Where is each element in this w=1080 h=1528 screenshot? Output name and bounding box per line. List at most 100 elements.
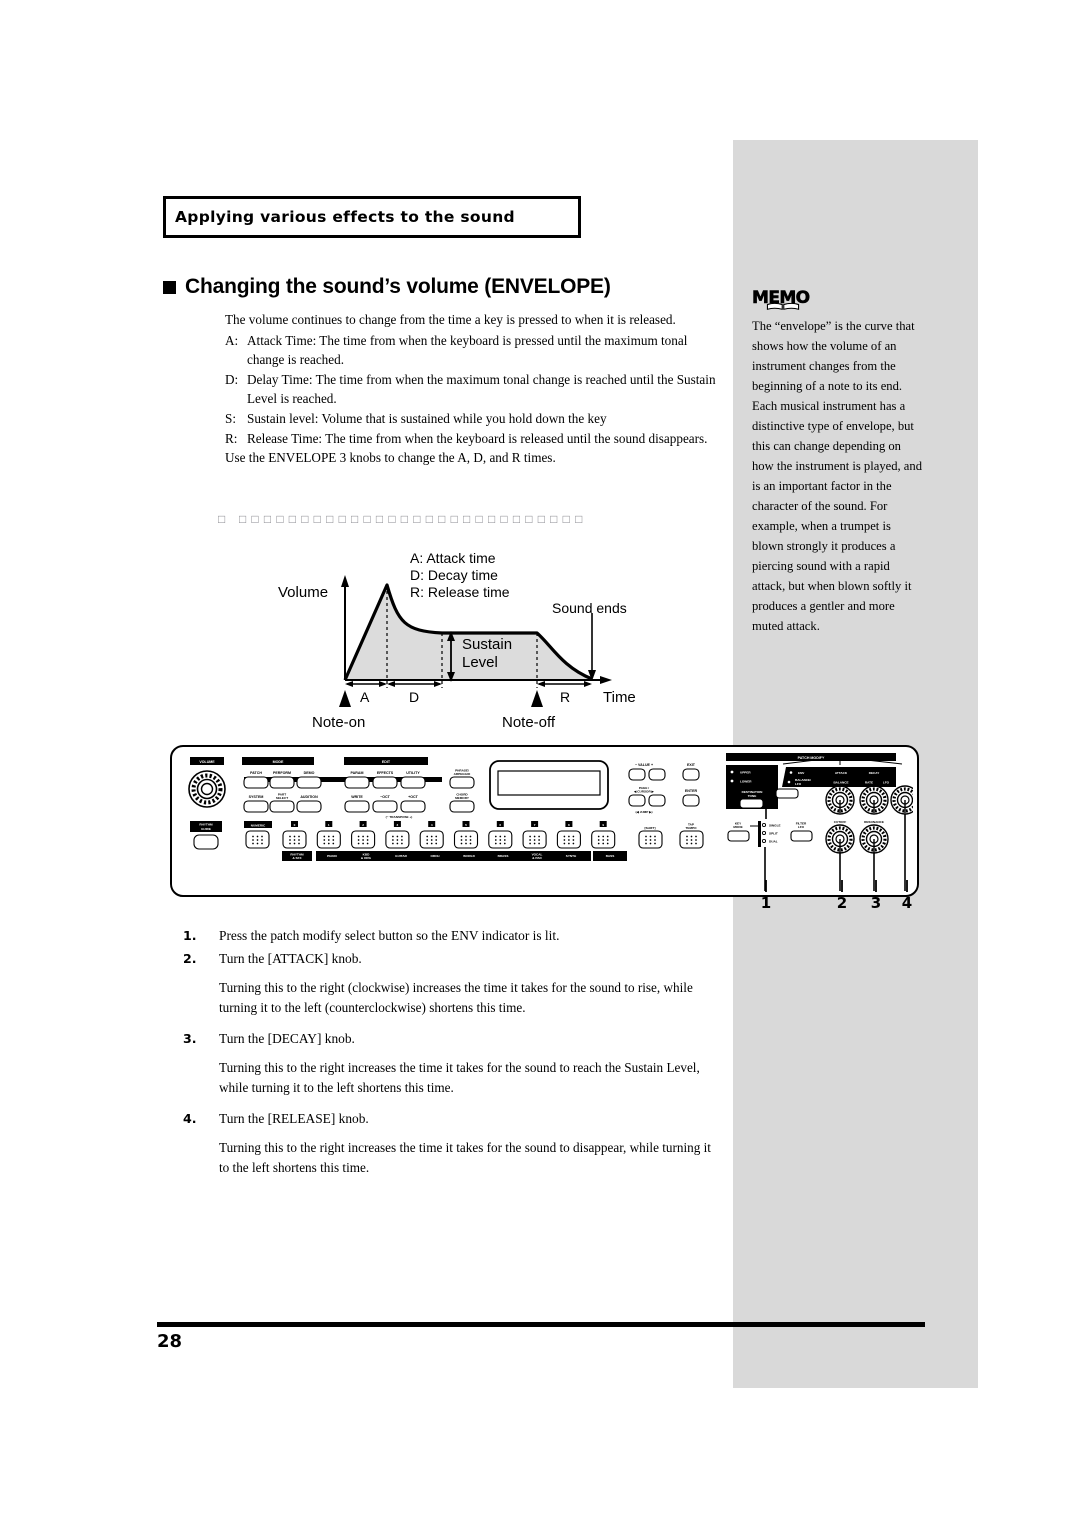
tone-button-dot xyxy=(426,835,429,838)
tone-button-dot xyxy=(606,839,609,841)
tone-button-dot xyxy=(332,835,335,838)
svg-text:PATCH: PATCH xyxy=(250,771,262,775)
tone-button-dot xyxy=(499,842,502,845)
tone-button-dot xyxy=(435,839,438,841)
svg-text:SYNTH: SYNTH xyxy=(566,854,577,858)
svg-text:NUMERIC: NUMERIC xyxy=(251,824,266,828)
phrase-chord-group: PHRASE/ ARPEGGIO CHORD MEMORY xyxy=(449,769,475,813)
svg-text:D: D xyxy=(409,689,419,705)
tone-button-dot xyxy=(289,842,291,845)
tone-button-dot xyxy=(503,835,506,838)
svg-text:R: R xyxy=(560,689,570,705)
definition-row: A: Attack Time: The time from when the k… xyxy=(225,331,717,370)
edit-button-group: EDIT PARAM EFFECTS UTILITY WRITE −OCT +O… xyxy=(344,757,428,819)
tone-button-row: 0123456789 RHYTHM & SFX PIANO KBD & ORG … xyxy=(282,821,616,861)
tone-button-dot xyxy=(572,842,575,845)
svg-text:TONE: TONE xyxy=(748,794,757,798)
svg-text:TEMPO: TEMPO xyxy=(685,826,697,830)
tone-button-dot xyxy=(289,839,291,841)
tone-button-dot xyxy=(529,842,531,845)
svg-text:ATTACK: ATTACK xyxy=(835,771,848,775)
footer-rule xyxy=(157,1322,925,1327)
volume-section: VOLUME xyxy=(188,757,226,808)
value-cursor-group: − VALUE + EXIT PAGE / ◀ CURSOR ▶ (◀ JUMP… xyxy=(628,763,700,814)
tone-button-dot xyxy=(465,835,467,838)
svg-text:L: L xyxy=(826,813,828,817)
svg-text:R: Release time: R: Release time xyxy=(410,584,510,600)
shift-tap-group: [SHIFT] TAP TEMPO xyxy=(638,823,704,849)
bullet-square-icon xyxy=(163,280,176,294)
svg-text:EXIT: EXIT xyxy=(687,763,696,767)
tone-button-dot xyxy=(357,835,360,838)
tone-button-dot xyxy=(460,842,463,845)
tone-button-dot xyxy=(602,835,605,838)
svg-text:BASS: BASS xyxy=(606,854,615,858)
svg-text:+OCT: +OCT xyxy=(408,795,418,799)
svg-text:D: Decay time: D: Decay time xyxy=(410,567,498,583)
step-item: 2. Turn the [ATTACK] knob. xyxy=(183,948,718,969)
svg-text:4: 4 xyxy=(902,894,912,912)
tone-button-dot xyxy=(568,839,570,841)
tone-button-dot xyxy=(323,839,326,841)
svg-text:SPLIT: SPLIT xyxy=(769,832,778,836)
tone-button-dot xyxy=(323,842,326,845)
svg-text:DECAY: DECAY xyxy=(869,771,880,775)
tone-button-dot xyxy=(499,839,502,841)
svg-text:RATE: RATE xyxy=(865,781,873,785)
svg-text:LOWER: LOWER xyxy=(740,780,752,784)
tone-button-dot xyxy=(465,839,467,841)
svg-text:PIANO: PIANO xyxy=(327,854,337,858)
svg-text:◀ CURSOR ▶: ◀ CURSOR ▶ xyxy=(633,790,655,794)
definition-text: Sustain level: Volume that is sustained … xyxy=(247,410,607,426)
tone-button-dot xyxy=(469,839,472,841)
svg-text:CUTOFF: CUTOFF xyxy=(834,820,847,824)
tone-button-dot xyxy=(572,835,575,838)
tone-button-dot xyxy=(460,839,463,841)
definition-key: D: xyxy=(225,371,239,387)
use-note: Use the ENVELOPE 3 knobs to change the A… xyxy=(225,450,556,466)
tone-button-dot xyxy=(503,839,506,841)
tone-button-dot xyxy=(289,835,291,838)
tone-button-dot xyxy=(606,835,609,838)
svg-text:ENTER: ENTER xyxy=(685,789,698,793)
knob-cutoff xyxy=(825,824,855,854)
svg-text:AUDITION: AUDITION xyxy=(300,795,318,799)
definition-text: Attack Time: The time from when the keyb… xyxy=(247,332,688,368)
running-head: Applying various effects to the sound xyxy=(163,196,581,238)
patch-modify-section: PATCH MODIFY UPPER LOWER DESTINATION TON… xyxy=(726,753,913,891)
tone-button-dot xyxy=(602,842,605,845)
tone-button-dot xyxy=(332,842,335,845)
tone-button-dot xyxy=(362,835,364,838)
tone-button-dot xyxy=(426,842,429,845)
svg-text:2: 2 xyxy=(837,894,847,912)
svg-text:Note-off: Note-off xyxy=(502,714,556,731)
tone-button-dot xyxy=(538,842,540,845)
tone-button-dot xyxy=(366,839,369,841)
svg-text:Level: Level xyxy=(462,654,498,671)
svg-text:Sustain: Sustain xyxy=(462,636,512,653)
knob-decay xyxy=(859,785,889,815)
tone-button-dot xyxy=(533,842,536,845)
tone-button-dot xyxy=(293,842,296,845)
svg-text:Time: Time xyxy=(603,689,636,706)
tone-number: 3 xyxy=(397,823,399,827)
svg-text:1: 1 xyxy=(761,894,771,912)
svg-text:ARPEGGIO: ARPEGGIO xyxy=(454,772,471,776)
definition-text: Delay Time: The time from when the maxim… xyxy=(247,371,716,407)
svg-text:DUAL: DUAL xyxy=(769,840,778,844)
running-head-label: Applying various effects to the sound xyxy=(175,208,515,226)
knob-attack: L R xyxy=(825,785,855,817)
tone-button-dot xyxy=(533,835,536,838)
tone-button-dot xyxy=(426,839,429,841)
svg-text:BALANCE: BALANCE xyxy=(833,781,848,785)
svg-text:MODE: MODE xyxy=(733,825,742,829)
tone-number: 6 xyxy=(499,823,501,827)
tone-button-dot xyxy=(396,835,399,838)
tone-button-dot xyxy=(357,839,360,841)
svg-text:[SHIFT]: [SHIFT] xyxy=(645,826,656,830)
svg-text:(− TRANSPOSE +): (− TRANSPOSE +) xyxy=(386,815,413,819)
tone-button-dot xyxy=(327,842,330,845)
svg-text:& ORG: & ORG xyxy=(361,856,372,860)
definition-row: D: Delay Time: The time from when the ma… xyxy=(225,370,717,409)
tone-button-dot xyxy=(435,835,438,838)
